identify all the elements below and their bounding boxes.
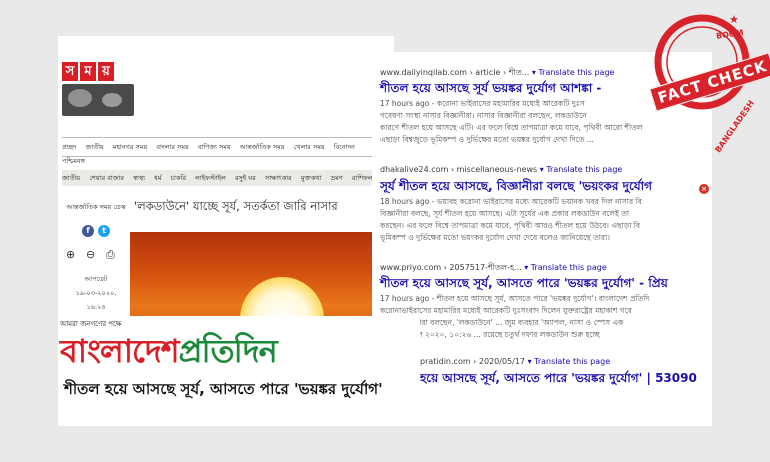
result-snippet-line: 17 hours ago - শীতল হয়ে আসছে সূর্য, আসত…: [380, 294, 650, 303]
pratidin-logo-red: বাংলাদেশ: [60, 332, 180, 370]
result-title[interactable]: শীতল হয়ে আসছে সূর্য, আসতে পারে 'ভয়ঙ্কর…: [380, 275, 668, 295]
subnav-item[interactable]: শেয়ার বাজার: [89, 174, 124, 182]
somoy-news-page: স ম য় প্রচ্ছদ জাতীয় মহানগর সময় বাংলার…: [58, 36, 394, 354]
result-snippet-line: করছেন। এর ফলে বিশ্বে তাপমাত্রা কমে যাবে,…: [380, 221, 640, 230]
result-url[interactable]: pratidin.com › 2020/05/17 ▾ Translate th…: [420, 357, 610, 366]
secondary-nav: জাতীয় শেয়ার বাজার স্বাস্থ্য ধর্ম চাকরি…: [62, 170, 394, 186]
result-title[interactable]: সূর্য শীতল হয়ে আসছে, বিজ্ঞানীরা বলছে 'ভ…: [380, 178, 652, 198]
nav-item[interactable]: বাণিজ্য সময়: [198, 143, 231, 151]
nav-item[interactable]: আন্তর্জাতিক সময়: [240, 143, 285, 151]
nav-item[interactable]: পশ্চিমবঙ্গ: [62, 156, 85, 167]
subnav-item[interactable]: মুক্তকথা: [301, 174, 322, 182]
result-snippet-line: এছাড়া বিশ্বজুড়ে ভূমিকম্প ও দুর্ভিক্ষের…: [380, 135, 594, 144]
stamp-star-icon: ★: [729, 13, 739, 26]
pratidin-logo-green: প্রতিদিন: [178, 332, 278, 370]
article-headline: 'লকডাউনে' যাচ্ছে সূর্য, সতর্কতা জারি নাস…: [134, 199, 338, 213]
subnav-item[interactable]: ভ্রমণ: [330, 174, 342, 182]
result-title[interactable]: শীতল হয়ে আসছে সূর্য ভয়ঙ্কর দুর্যোগ আশঙ…: [380, 80, 601, 100]
updated-time: ১৬:২৪: [86, 303, 106, 311]
subnav-item[interactable]: ধর্ম: [154, 174, 161, 182]
nav-item[interactable]: প্রচ্ছদ: [62, 143, 76, 151]
nav-item[interactable]: মহানগর সময়: [113, 143, 147, 151]
subnav-item[interactable]: স্বাস্থ্য: [133, 174, 145, 182]
result-snippet-line: ভূমিকম্প ও দুর্ভিক্ষের মতো ভয়ংকর দুর্যো…: [380, 233, 610, 242]
somoy-logo-letter: ম: [80, 62, 96, 81]
pratidin-clipping: আমরা জনগণের পক্ষে বাংলাদেশপ্রতিদিন শীতল …: [58, 316, 420, 426]
globe-map-icon: [62, 84, 134, 116]
translate-link[interactable]: ▾ Translate this page: [540, 165, 623, 174]
translate-link[interactable]: ▾ Translate this page: [532, 68, 615, 77]
pratidin-logo[interactable]: বাংলাদেশপ্রতিদিন: [60, 326, 278, 380]
somoy-logo-letter: য়: [98, 62, 114, 81]
updated-date: ১৯-০৩-২০২০,: [75, 289, 117, 297]
nav-item[interactable]: খেলার সময়: [294, 143, 325, 151]
somoy-logo-letter: স: [62, 62, 78, 81]
translate-link[interactable]: ▾ Translate this page: [528, 357, 611, 366]
result-snippet-line: বিজ্ঞানীরা বলছে, সূর্য শীতল হয়ে আসছে। এ…: [380, 209, 630, 218]
subnav-item[interactable]: রসুই ঘর: [235, 174, 256, 182]
subnav-item[interactable]: চাকরি: [171, 174, 186, 182]
twitter-icon[interactable]: t: [98, 225, 110, 237]
fact-check-stamp: ★ BOOM FACT CHECK BANGLADESH: [646, 4, 770, 154]
subnav-item[interactable]: জাতীয়: [62, 174, 80, 182]
print-icon[interactable]: ⎙: [106, 248, 115, 262]
result-title[interactable]: হয়ে আসছে সূর্য, আসতে পারে 'ভয়ঙ্কর দুর্…: [420, 370, 697, 390]
nav-item[interactable]: বিনোদন: [334, 143, 355, 151]
result-url[interactable]: www.dailyinqilab.com › article › শীত... …: [380, 67, 614, 80]
subnav-item[interactable]: লাইফস্টাইল: [195, 174, 226, 182]
result-url[interactable]: dhakalive24.com › miscellaneous-news ▾ T…: [380, 165, 622, 174]
nav-item[interactable]: বাংলার সময়: [156, 143, 188, 151]
result-url[interactable]: www.priyo.com › 2057517-শীতল-হ... ▾ Tran…: [380, 262, 607, 275]
subnav-item[interactable]: সাক্ষাৎকার: [265, 174, 292, 182]
result-snippet-line: কারণে শীতল হয়ে আসছে এটি। এর ফলে বিশ্বে …: [380, 123, 643, 132]
zoom-out-icon[interactable]: ⊖: [86, 248, 95, 261]
primary-nav: প্রচ্ছদ জাতীয় মহানগর সময় বাংলার সময় ব…: [62, 137, 394, 157]
result-snippet-line: 18 hours ago - ভয়াবহ করোনা ভাইরাসের মধ্…: [380, 197, 642, 206]
result-snippet-line: গবেষণা সংস্থা নাসার বিজ্ঞানীরা। নাসার বি…: [380, 111, 587, 120]
close-icon[interactable]: ×: [699, 184, 709, 194]
updated-label: আপডেট: [84, 275, 108, 283]
pratidin-headline: শীতল হয়ে আসছে সূর্য, আসতে পারে 'ভয়ঙ্কর…: [64, 380, 383, 398]
subnav-item[interactable]: রাশিফল: [352, 174, 373, 182]
nav-item[interactable]: জাতীয়: [86, 143, 104, 151]
result-snippet-line: 17 hours ago - করোনা ভাইরাসের মহামারির ম…: [380, 99, 585, 108]
zoom-in-icon[interactable]: ⊕: [66, 248, 75, 261]
facebook-icon[interactable]: f: [82, 225, 94, 237]
translate-link[interactable]: ▾ Translate this page: [524, 263, 607, 272]
desk-label: আন্তর্জাতিক সময় ডেস্ক: [66, 203, 126, 211]
